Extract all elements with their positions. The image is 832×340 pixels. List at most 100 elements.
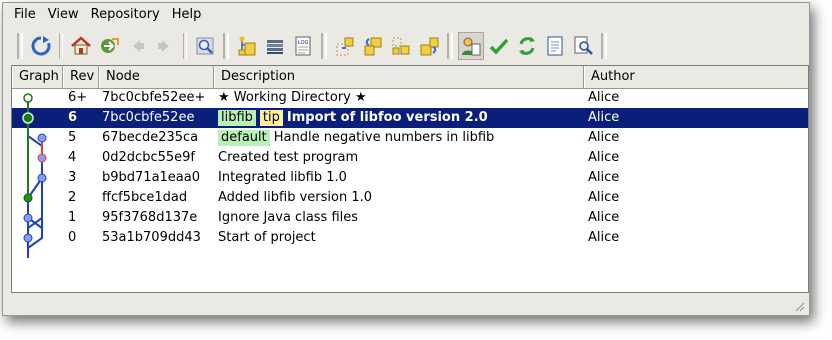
forward-button[interactable] bbox=[152, 32, 178, 60]
column-header-description[interactable]: Description bbox=[214, 66, 584, 88]
description-cell: libfib tip Import of libfoo version 2.0 bbox=[218, 108, 488, 128]
node-cell: 67becde235ca bbox=[102, 130, 199, 145]
toolbar-separator bbox=[601, 33, 607, 59]
tag-badge-default: default bbox=[218, 130, 270, 146]
search-button[interactable] bbox=[192, 32, 218, 60]
author-cell: Alice bbox=[588, 230, 620, 245]
branch-graph-icon bbox=[238, 36, 256, 56]
rev-cell: 3 bbox=[68, 170, 77, 185]
graph-node-rev5 bbox=[37, 133, 47, 143]
changelog-row[interactable]: 1 95f3768d137e Ignore Java class files Alic… bbox=[12, 208, 808, 228]
graph-node-working-dir bbox=[23, 93, 33, 103]
toolbar-separator bbox=[59, 33, 63, 59]
description-cell: Created test program bbox=[218, 148, 358, 168]
changelog-row[interactable]: 2 ffcf5bce1dad Added libfib version 1.0 Ali… bbox=[12, 188, 808, 208]
search-icon bbox=[196, 37, 214, 55]
description-text: Added libfib version 1.0 bbox=[218, 190, 373, 205]
menu-view[interactable]: View bbox=[42, 3, 85, 27]
toolbar: LOG bbox=[3, 28, 809, 64]
stack-button[interactable] bbox=[262, 32, 288, 60]
author-cell: Alice bbox=[588, 190, 620, 205]
outgoing-button[interactable] bbox=[388, 32, 414, 60]
author-cell: Alice bbox=[588, 90, 620, 105]
description-text: Ignore Java class files bbox=[218, 210, 359, 225]
sync-button[interactable] bbox=[514, 32, 540, 60]
menu-help[interactable]: Help bbox=[166, 3, 208, 27]
forward-arrow-icon bbox=[158, 40, 169, 52]
incoming-button[interactable] bbox=[332, 32, 358, 60]
description-text: Created test program bbox=[218, 150, 359, 165]
description-cell: Start of project bbox=[218, 228, 316, 248]
branch-graph-button[interactable] bbox=[234, 32, 260, 60]
menu-file[interactable]: File bbox=[3, 3, 42, 27]
column-header-node[interactable]: Node bbox=[99, 66, 214, 88]
pull-icon bbox=[364, 37, 382, 56]
tag-badge-tip: tip bbox=[259, 110, 283, 126]
author-cell: Alice bbox=[588, 210, 620, 225]
resize-grip-icon[interactable] bbox=[793, 300, 805, 312]
sync-arrows-icon bbox=[519, 37, 535, 55]
description-cell: Ignore Java class files bbox=[218, 208, 358, 228]
menu-repository[interactable]: Repository bbox=[85, 3, 166, 27]
home-button[interactable] bbox=[68, 32, 94, 60]
push-icon bbox=[420, 37, 439, 56]
back-arrow-icon bbox=[133, 40, 144, 52]
toolbar-separator bbox=[447, 33, 453, 59]
home-icon bbox=[71, 36, 91, 55]
back-button[interactable] bbox=[124, 32, 150, 60]
graph-node-rev0 bbox=[23, 233, 33, 243]
changelog-row[interactable]: 6+ 7bc0cbfe52ee+ ★ Working Directory ★ Alic… bbox=[12, 88, 808, 108]
document-search-button[interactable] bbox=[570, 32, 596, 60]
refresh-icon bbox=[31, 36, 51, 56]
column-header-rev[interactable]: Rev bbox=[63, 66, 99, 88]
refresh-button[interactable] bbox=[28, 32, 54, 60]
column-header-author[interactable]: Author bbox=[584, 66, 808, 88]
log-button[interactable]: LOG bbox=[290, 32, 316, 60]
node-cell: 0d2dcbc55e9f bbox=[102, 150, 195, 165]
goto-button[interactable] bbox=[96, 32, 122, 60]
author-cell: Alice bbox=[588, 150, 620, 165]
tag-badge-libfib: libfib bbox=[218, 110, 256, 126]
checkmark-button[interactable] bbox=[486, 32, 512, 60]
document-button[interactable] bbox=[542, 32, 568, 60]
graph-node-rev4 bbox=[37, 153, 47, 163]
log-icon: LOG bbox=[295, 36, 311, 56]
status-bar bbox=[3, 295, 809, 315]
main-window: File View Repository Help LOG Graph Rev … bbox=[2, 2, 810, 316]
toolbar-separator bbox=[321, 33, 327, 59]
description-text: Integrated libfib 1.0 bbox=[218, 170, 347, 185]
description-cell: Added libfib version 1.0 bbox=[218, 188, 372, 208]
graph-node-rev2 bbox=[23, 193, 33, 203]
changelog-row[interactable]: 0 53a1b709dd43 Start of project Alice bbox=[12, 228, 808, 248]
description-text: Start of project bbox=[218, 230, 316, 245]
changelog-row[interactable]: 4 0d2dcbc55e9f Created test program Alice bbox=[12, 148, 808, 168]
node-cell: 7bc0cbfe52ee bbox=[102, 110, 195, 125]
pull-button[interactable] bbox=[360, 32, 386, 60]
revision-graph bbox=[22, 93, 47, 258]
changelog-row[interactable]: 5 67becde235ca default Handle negative numb… bbox=[12, 128, 808, 148]
description-text: Import of libfoo version 2.0 bbox=[286, 110, 488, 125]
description-text: ★ Working Directory ★ bbox=[218, 90, 367, 105]
toolbar-separator bbox=[183, 33, 187, 59]
menu-bar: File View Repository Help bbox=[3, 3, 809, 27]
graph-edge bbox=[27, 198, 43, 229]
node-cell: ffcf5bce1dad bbox=[102, 190, 188, 205]
graph-node-rev1 bbox=[23, 213, 33, 223]
description-cell: default Handle negative numbers in libfib bbox=[218, 128, 494, 148]
rev-cell: 1 bbox=[68, 210, 77, 225]
changelog-row[interactable]: 6 7bc0cbfe52ee libfib tip Import of libfoo v… bbox=[12, 108, 808, 128]
column-header-graph[interactable]: Graph bbox=[12, 66, 63, 88]
push-button[interactable] bbox=[416, 32, 442, 60]
changelog-list[interactable]: Graph Rev Node Description Author 6+ 7bc0… bbox=[11, 65, 809, 293]
column-header-row: Graph Rev Node Description Author bbox=[12, 66, 808, 89]
description-cell: Integrated libfib 1.0 bbox=[218, 168, 347, 188]
rev-cell: 2 bbox=[68, 190, 77, 205]
node-cell: 7bc0cbfe52ee+ bbox=[102, 90, 206, 105]
outgoing-icon bbox=[392, 37, 410, 55]
user-filter-button[interactable] bbox=[458, 32, 484, 60]
graph-node-rev6 bbox=[22, 112, 34, 124]
author-cell: Alice bbox=[588, 110, 620, 125]
document-icon bbox=[547, 36, 563, 56]
rev-cell: 6+ bbox=[68, 90, 88, 105]
changelog-row[interactable]: 3 b9bd71a1eaa0 Integrated libfib 1.0 Alice bbox=[12, 168, 808, 188]
